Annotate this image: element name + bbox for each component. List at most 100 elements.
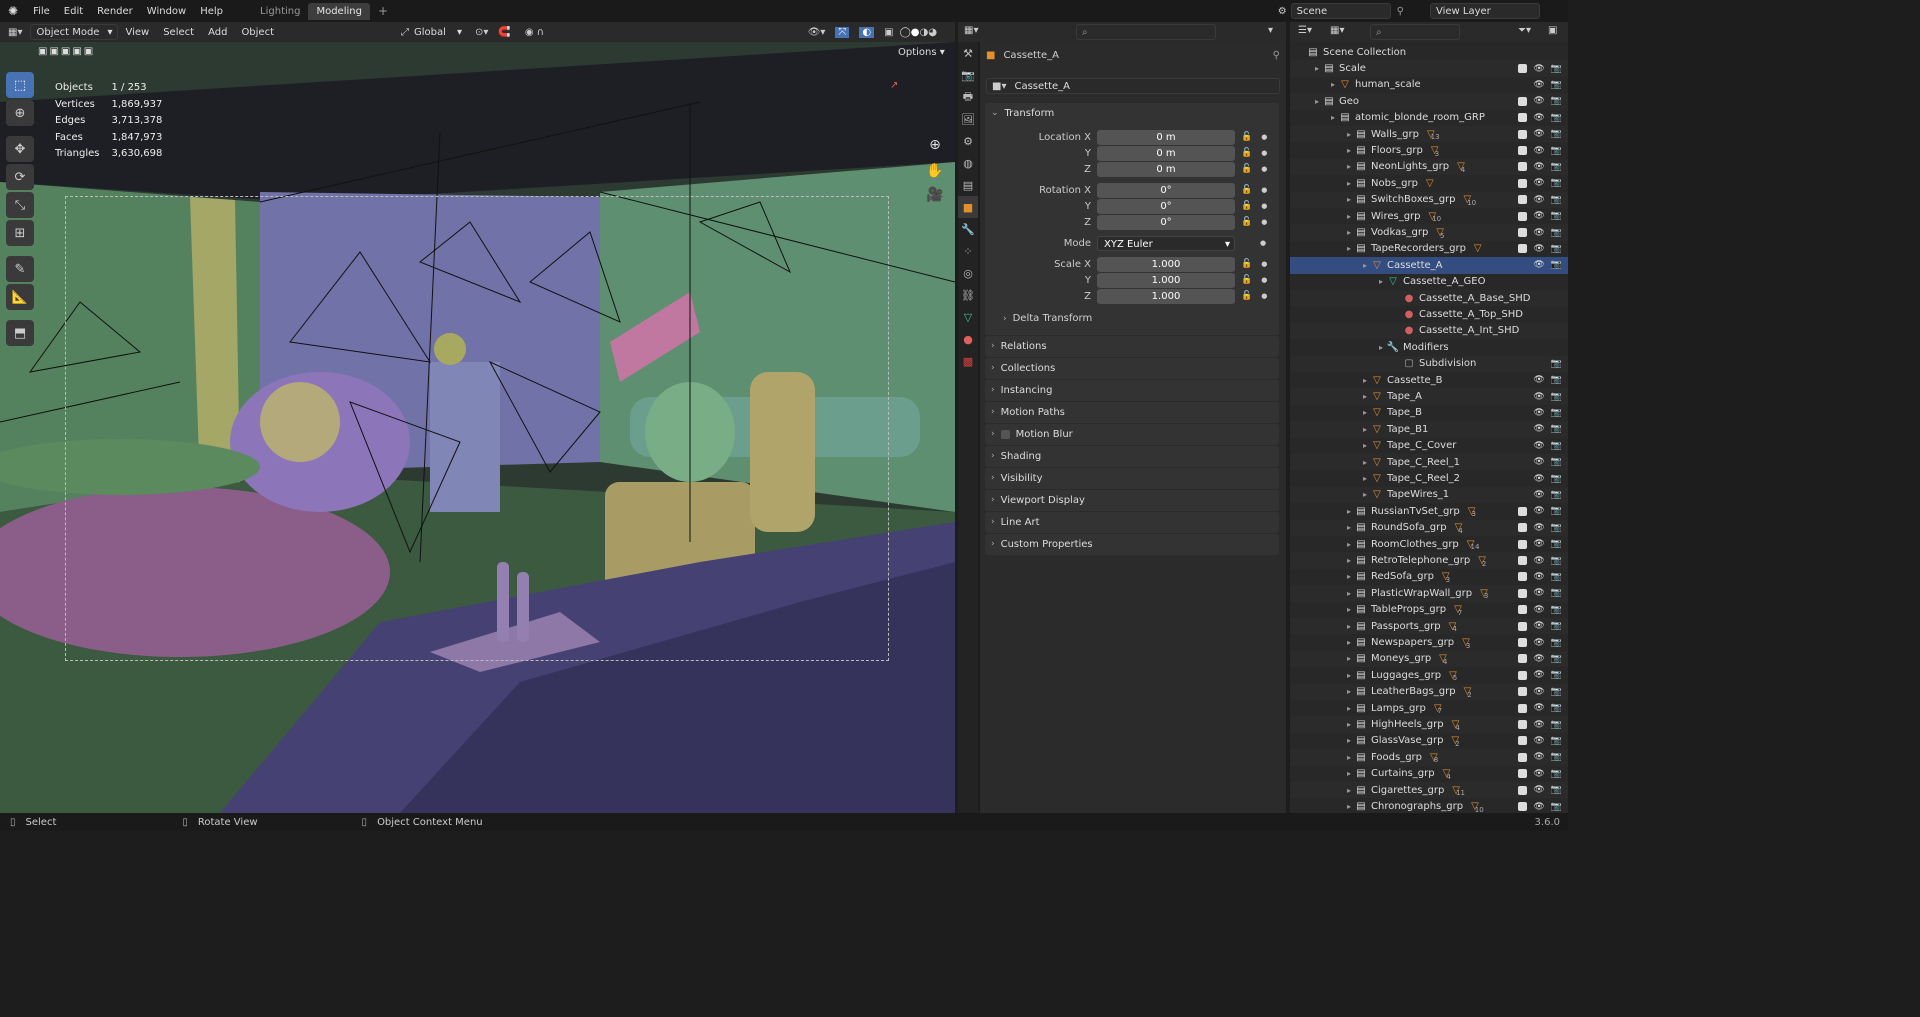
outliner-row[interactable]: ▸ ▤ SwitchBoxes_grp ▽ 10 👁 📷	[1290, 191, 1568, 208]
menu-view[interactable]: View	[118, 27, 156, 38]
location-z-field[interactable]: 0 m	[1097, 161, 1235, 177]
expand-toggle-icon[interactable]: ▸	[1376, 277, 1386, 286]
filter-icon[interactable]: ⏷▾	[1518, 25, 1531, 36]
render-camera-icon[interactable]: 📷	[1551, 457, 1562, 467]
outliner-row[interactable]: ▸ ▤ RetroTelephone_grp ▽ 2 👁 📷	[1290, 552, 1568, 569]
collection-checkbox[interactable]	[1518, 654, 1528, 664]
render-camera-icon[interactable]: 📷	[1551, 572, 1562, 582]
expand-toggle-icon[interactable]: ▸	[1344, 802, 1354, 811]
collection-checkbox[interactable]	[1518, 769, 1528, 779]
eye-icon[interactable]: 👁	[1533, 588, 1544, 598]
eye-icon[interactable]: 👁	[1533, 457, 1544, 467]
menu-object[interactable]: Object	[234, 27, 281, 38]
eye-icon[interactable]: 👁	[1533, 490, 1544, 500]
outliner-row[interactable]: ▸ ▽ Tape_C_Cover 👁 📷	[1290, 438, 1568, 454]
eye-icon[interactable]: 👁	[1533, 178, 1544, 188]
outliner-row[interactable]: ● Cassette_A_Top_SHD	[1290, 306, 1568, 322]
shading-solid-icon[interactable]: ●	[911, 27, 920, 38]
add-workspace-icon[interactable]: +	[370, 4, 396, 18]
eye-icon[interactable]: 👁	[1533, 523, 1544, 533]
material-tab-icon[interactable]: ●	[958, 328, 978, 350]
render-camera-icon[interactable]: 📷	[1551, 392, 1562, 402]
render-camera-icon[interactable]: 📷	[1551, 474, 1562, 484]
eye-icon[interactable]: 👁	[1533, 392, 1544, 402]
collection-checkbox[interactable]	[1518, 195, 1528, 205]
collection-checkbox[interactable]	[1518, 703, 1528, 713]
pivot-icon[interactable]: ⊙▾	[475, 27, 488, 38]
outliner-row[interactable]: ▸ ▤ RedSofa_grp ▽ 3 👁 📷	[1290, 569, 1568, 585]
location-y-field[interactable]: 0 m	[1097, 145, 1235, 161]
world-tab-icon[interactable]: ◍	[958, 152, 978, 174]
outliner-row[interactable]: ▸ ▤ Moneys_grp ▽ 4 👁 📷	[1290, 650, 1568, 668]
outliner-row[interactable]: ▸ 🔧 Modifiers	[1290, 339, 1568, 355]
collection-checkbox[interactable]	[1518, 736, 1528, 746]
orientation-selector[interactable]: Global ▾	[409, 24, 467, 40]
outliner-row[interactable]: ● Cassette_A_Base_SHD	[1290, 290, 1568, 307]
menu-render[interactable]: Render	[90, 6, 140, 17]
render-camera-icon[interactable]: 📷	[1551, 146, 1562, 156]
expand-toggle-icon[interactable]: ▸	[1344, 654, 1354, 663]
render-camera-icon[interactable]: 📷	[1551, 556, 1562, 566]
eye-icon[interactable]: 👁	[1533, 802, 1544, 812]
expand-toggle-icon[interactable]: ▸	[1344, 523, 1354, 532]
axis-gizmo[interactable]: ↗	[890, 80, 898, 91]
expand-toggle-icon[interactable]: ▸	[1344, 130, 1354, 139]
eye-icon[interactable]: 👁	[1533, 720, 1544, 730]
lock-icon[interactable]: 🔓	[1241, 291, 1252, 301]
collection-checkbox[interactable]	[1518, 638, 1528, 648]
outliner-row[interactable]: ▸ ▤ atomic_blonde_room_GRP 👁 📷	[1290, 110, 1568, 126]
rotation-y-field[interactable]: 0°	[1097, 198, 1235, 214]
viewport-display-panel[interactable]: › Viewport Display	[985, 490, 1279, 511]
outliner-row[interactable]: ▸ ▤ TableProps_grp ▽ 7 👁 📷	[1290, 602, 1568, 618]
physics-tab-icon[interactable]: ◎	[958, 262, 978, 284]
menu-select[interactable]: Select	[156, 27, 201, 38]
outliner-search[interactable]: ⌕	[1370, 24, 1460, 40]
render-camera-icon[interactable]: 📷	[1551, 523, 1562, 533]
properties-options-icon[interactable]: ▾	[1268, 25, 1273, 36]
outliner-row[interactable]: ▸ ▤ NeonLights_grp ▽ 4 👁 📷	[1290, 158, 1568, 176]
eye-icon[interactable]: 👁	[1533, 408, 1544, 418]
expand-toggle-icon[interactable]: ▸	[1312, 97, 1322, 106]
collection-checkbox[interactable]	[1518, 64, 1528, 74]
eye-icon[interactable]: 👁	[1533, 441, 1544, 451]
keyframe-dot-icon[interactable]: ●	[1261, 260, 1267, 268]
collection-checkbox[interactable]	[1518, 802, 1528, 812]
eye-icon[interactable]: 👁	[1533, 506, 1544, 516]
expand-toggle-icon[interactable]: ▸	[1344, 786, 1354, 795]
collection-checkbox[interactable]	[1518, 752, 1528, 762]
expand-toggle-icon[interactable]: ▸	[1360, 474, 1370, 483]
render-camera-icon[interactable]: 📷	[1551, 408, 1562, 418]
lock-icon[interactable]: 🔓	[1241, 259, 1252, 269]
menu-edit[interactable]: Edit	[57, 6, 90, 17]
render-camera-icon[interactable]: 📷	[1551, 359, 1562, 369]
keyframe-dot-icon[interactable]: ●	[1261, 165, 1267, 173]
render-camera-icon[interactable]: 📷	[1551, 654, 1562, 664]
expand-toggle-icon[interactable]: ▸	[1344, 605, 1354, 614]
collection-checkbox[interactable]	[1518, 228, 1528, 238]
outliner-row[interactable]: ▸ ▽ Tape_C_Reel_2 👁 📷	[1290, 470, 1568, 486]
eye-icon[interactable]: 👁	[1533, 670, 1544, 680]
render-camera-icon[interactable]: 📷	[1551, 424, 1562, 434]
expand-toggle-icon[interactable]: ▸	[1344, 212, 1354, 221]
collection-checkbox[interactable]	[1518, 556, 1528, 566]
data-tab-icon[interactable]: ▽	[958, 306, 978, 328]
outliner-row[interactable]: ▸ ▤ PlasticWrapWall_grp ▽ 3 👁 📷	[1290, 585, 1568, 602]
view-layer-selector[interactable]: View Layer	[1430, 3, 1540, 19]
eye-icon[interactable]: 👁	[1533, 474, 1544, 484]
expand-toggle-icon[interactable]: ▸	[1344, 769, 1354, 778]
keyframe-dot-icon[interactable]: ●	[1261, 202, 1267, 210]
collection-checkbox[interactable]	[1518, 162, 1528, 172]
pin-icon[interactable]: ⚲	[1397, 6, 1404, 17]
visibility-icon[interactable]: 👁▾	[808, 27, 826, 38]
outliner-row[interactable]: ▸ ▽ Cassette_A_GEO	[1290, 274, 1568, 290]
collection-checkbox[interactable]	[1518, 129, 1528, 139]
outliner-row[interactable]: ▸ ▤ Wires_grp ▽ 10 👁 📷	[1290, 208, 1568, 224]
eye-icon[interactable]: 👁	[1533, 211, 1544, 221]
rotation-mode-select[interactable]: XYZ Euler ▾	[1097, 235, 1235, 251]
collection-checkbox[interactable]	[1518, 523, 1528, 533]
render-camera-icon[interactable]: 📷	[1551, 162, 1562, 172]
menu-window[interactable]: Window	[140, 6, 193, 17]
outliner-row[interactable]: ▸ ▤ Chronographs_grp ▽ 10 👁 📷	[1290, 798, 1568, 813]
expand-toggle-icon[interactable]: ▸	[1360, 490, 1370, 499]
overlay-icon[interactable]: ◐	[859, 26, 875, 38]
